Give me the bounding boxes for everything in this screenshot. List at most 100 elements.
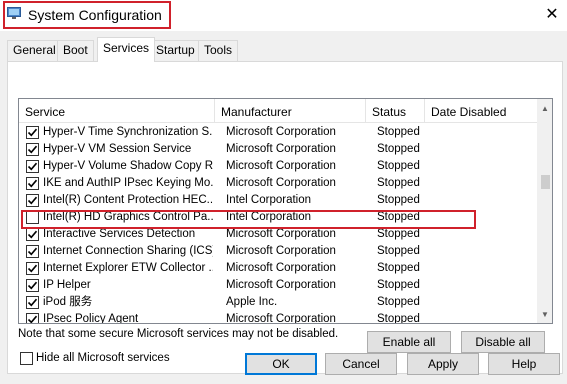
table-row[interactable]: iPod 服务 Apple Inc. Stopped	[19, 294, 537, 311]
cancel-button[interactable]: Cancel	[325, 353, 397, 375]
service-name: Internet Explorer ETW Collector ...	[43, 262, 213, 274]
service-status: Stopped	[377, 126, 420, 138]
service-manufacturer: Intel Corporation	[226, 194, 312, 206]
table-row[interactable]: Internet Explorer ETW Collector ... Micro…	[19, 260, 537, 277]
service-name: IPsec Policy Agent	[43, 313, 139, 324]
column-date-disabled[interactable]: Date Disabled	[425, 99, 537, 123]
service-manufacturer: Microsoft Corporation	[226, 177, 336, 189]
service-name: Interactive Services Detection	[43, 228, 196, 240]
tab-tools[interactable]: Tools	[198, 40, 239, 61]
column-service[interactable]: Service	[19, 99, 215, 123]
table-row[interactable]: Internet Connection Sharing (ICS) Microso…	[19, 243, 537, 260]
checkmark-icon	[27, 162, 38, 171]
ok-button[interactable]: OK	[245, 353, 317, 375]
services-rows: Hyper-V Time Synchronization S... Microso…	[19, 124, 537, 324]
checkmark-icon	[27, 298, 38, 307]
help-button[interactable]: Help	[488, 353, 560, 375]
service-manufacturer: Microsoft Corporation	[226, 143, 336, 155]
service-manufacturer: Microsoft Corporation	[226, 228, 336, 240]
checkmark-icon	[27, 230, 38, 239]
table-row[interactable]: IP Helper Microsoft Corporation Stopped	[19, 277, 537, 294]
service-checkbox[interactable]	[26, 177, 39, 190]
service-checkbox[interactable]	[26, 313, 39, 323]
service-manufacturer: Microsoft Corporation	[226, 262, 336, 274]
service-checkbox[interactable]	[26, 279, 39, 292]
vertical-scrollbar[interactable]: ▲ ▼	[537, 99, 552, 323]
service-checkbox[interactable]	[26, 262, 39, 275]
table-row[interactable]: Hyper-V VM Session Service Microsoft Corp…	[19, 141, 537, 158]
column-status[interactable]: Status	[366, 99, 425, 123]
service-name: iPod 服务	[43, 296, 93, 308]
service-name: Hyper-V Time Synchronization S...	[43, 126, 213, 138]
checkmark-icon	[27, 128, 38, 137]
service-name: Hyper-V VM Session Service	[43, 143, 192, 155]
secure-services-note: Note that some secure Microsoft services…	[18, 328, 339, 340]
service-name: IP Helper	[43, 279, 91, 291]
scrollbar-thumb[interactable]	[541, 175, 550, 189]
service-checkbox[interactable]	[26, 228, 39, 241]
tab-boot[interactable]: Boot	[57, 40, 94, 61]
checkmark-icon	[27, 247, 38, 256]
service-status: Stopped	[377, 262, 420, 274]
service-status: Stopped	[377, 160, 420, 172]
list-header: ^ Service Manufacturer Status Date Disab…	[19, 99, 537, 123]
table-row[interactable]: Interactive Services Detection Microsoft …	[19, 226, 537, 243]
checkmark-icon	[27, 281, 38, 290]
table-row[interactable]: Intel(R) Content Protection HEC... Intel …	[19, 192, 537, 209]
service-status: Stopped	[377, 211, 420, 223]
close-button[interactable]: ✕	[537, 0, 567, 30]
service-checkbox[interactable]	[26, 211, 39, 224]
service-checkbox[interactable]	[26, 160, 39, 173]
service-manufacturer: Microsoft Corporation	[226, 313, 336, 324]
table-row[interactable]: Hyper-V Time Synchronization S... Microso…	[19, 124, 537, 141]
hide-microsoft-services-label: Hide all Microsoft services	[36, 352, 170, 364]
service-checkbox[interactable]	[26, 245, 39, 258]
service-name: Internet Connection Sharing (ICS)	[43, 245, 213, 257]
service-name: Intel(R) HD Graphics Control Pa...	[43, 211, 213, 223]
checkmark-icon	[27, 264, 38, 273]
checkmark-icon	[27, 179, 38, 188]
column-manufacturer[interactable]: Manufacturer	[215, 99, 366, 123]
service-status: Stopped	[377, 245, 420, 257]
service-checkbox[interactable]	[26, 296, 39, 309]
tab-services[interactable]: Services	[97, 37, 156, 62]
service-manufacturer: Microsoft Corporation	[226, 245, 336, 257]
tab-startup[interactable]: Startup	[150, 40, 201, 61]
service-status: Stopped	[377, 296, 420, 308]
table-row[interactable]: IKE and AuthIP IPsec Keying Mo... Microso…	[19, 175, 537, 192]
scroll-up-arrow-icon[interactable]: ▲	[537, 101, 552, 117]
services-list[interactable]: ^ Service Manufacturer Status Date Disab…	[18, 98, 553, 324]
service-status: Stopped	[377, 228, 420, 240]
checkmark-icon	[27, 145, 38, 154]
service-status: Stopped	[377, 279, 420, 291]
service-status: Stopped	[377, 177, 420, 189]
service-checkbox[interactable]	[26, 126, 39, 139]
service-manufacturer: Intel Corporation	[226, 211, 312, 223]
service-status: Stopped	[377, 143, 420, 155]
service-status: Stopped	[377, 194, 420, 206]
service-checkbox[interactable]	[26, 143, 39, 156]
window-body: General Boot Services Startup Tools ^ Se…	[0, 31, 567, 384]
service-manufacturer: Apple Inc.	[226, 296, 278, 308]
close-icon: ✕	[545, 6, 559, 23]
service-name: Hyper-V Volume Shadow Copy R...	[43, 160, 213, 172]
disable-all-button[interactable]: Disable all	[461, 331, 545, 353]
service-name: Intel(R) Content Protection HEC...	[43, 194, 213, 206]
table-row[interactable]: IPsec Policy Agent Microsoft Corporation S…	[19, 311, 537, 324]
services-tab-panel: ^ Service Manufacturer Status Date Disab…	[7, 61, 563, 374]
apply-button[interactable]: Apply	[407, 353, 479, 375]
enable-all-button[interactable]: Enable all	[367, 331, 451, 353]
service-checkbox[interactable]	[26, 194, 39, 207]
table-row[interactable]: Intel(R) HD Graphics Control Pa... Intel …	[19, 209, 537, 229]
service-manufacturer: Microsoft Corporation	[226, 126, 336, 138]
service-name: IKE and AuthIP IPsec Keying Mo...	[43, 177, 213, 189]
service-status: Stopped	[377, 313, 420, 324]
hide-microsoft-services-checkbox[interactable]	[20, 352, 33, 365]
table-row[interactable]: Hyper-V Volume Shadow Copy R... Microsoft…	[19, 158, 537, 175]
checkmark-icon	[27, 196, 38, 205]
scroll-down-arrow-icon[interactable]: ▼	[537, 307, 552, 323]
tab-general[interactable]: General	[7, 40, 62, 61]
checkmark-icon	[27, 315, 38, 323]
title-highlight-box	[3, 1, 171, 29]
title-bar: System Configuration ✕	[0, 0, 567, 31]
